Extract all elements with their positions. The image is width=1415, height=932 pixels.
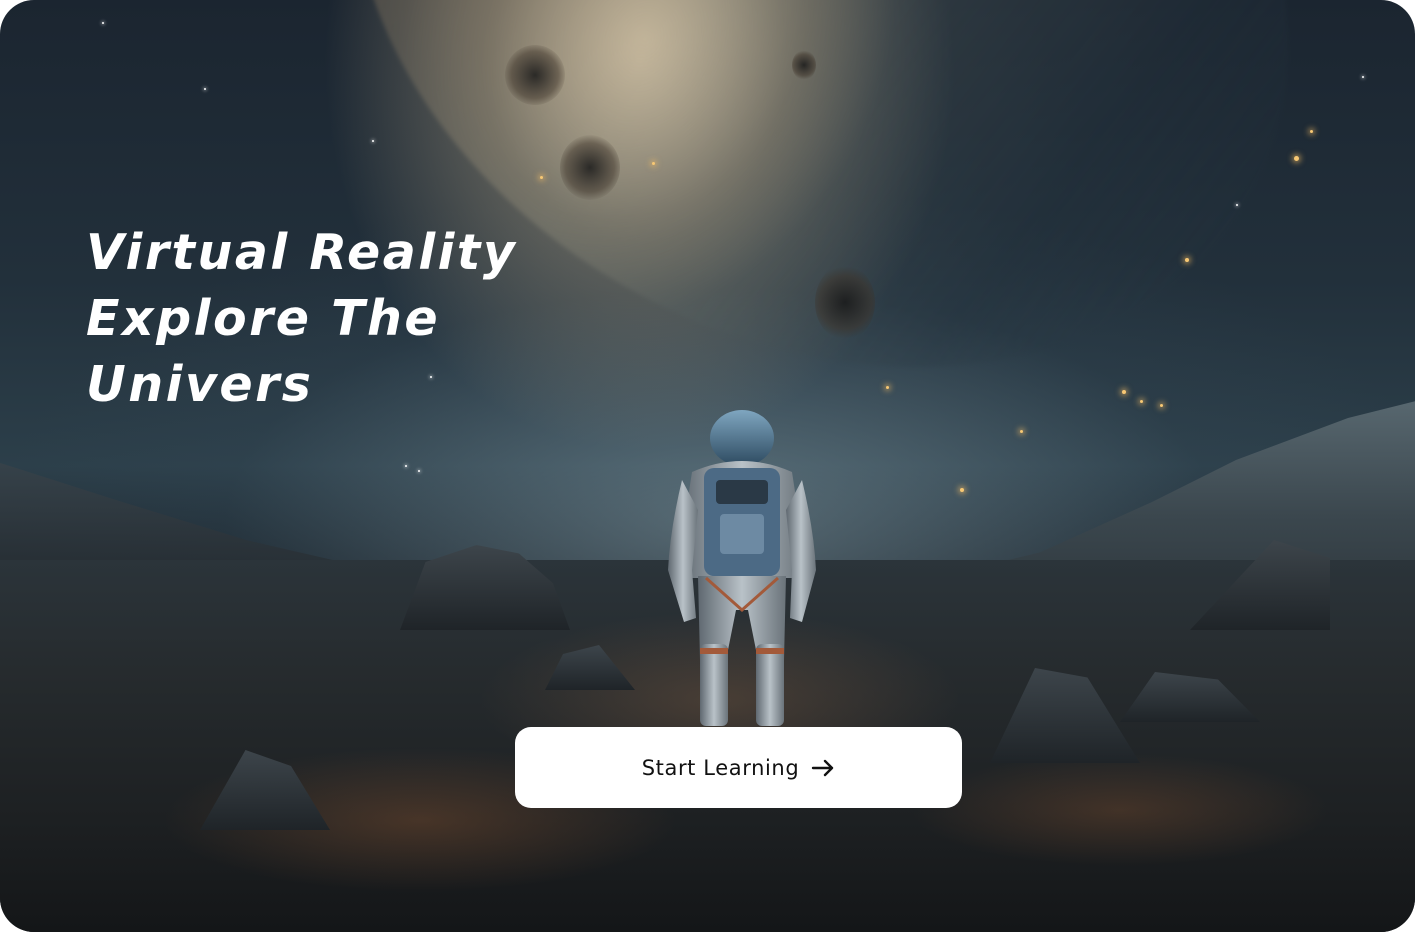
hero-headline: Virtual Reality Explore The Univers	[86, 220, 517, 418]
start-learning-label: Start Learning	[641, 755, 800, 780]
star	[1362, 76, 1364, 78]
star	[204, 88, 206, 90]
crater	[815, 265, 875, 340]
star	[1185, 258, 1189, 262]
headline-line-1: Virtual Reality	[86, 224, 518, 281]
star	[372, 140, 374, 142]
crater	[505, 45, 565, 105]
headline-line-3: Univers	[86, 356, 314, 413]
star	[102, 22, 104, 24]
star	[1236, 204, 1238, 206]
hero-card: Virtual Reality Explore The Univers Star…	[0, 0, 1415, 932]
crater	[560, 135, 620, 200]
arrow-right-icon	[811, 759, 835, 777]
star	[1310, 130, 1313, 133]
star	[1294, 156, 1299, 161]
astronaut-figure	[668, 410, 816, 726]
star	[540, 176, 543, 179]
start-learning-button[interactable]: Start Learning	[515, 727, 962, 808]
star	[652, 162, 655, 165]
headline-line-2: Explore The	[86, 290, 441, 347]
crater	[792, 50, 816, 80]
